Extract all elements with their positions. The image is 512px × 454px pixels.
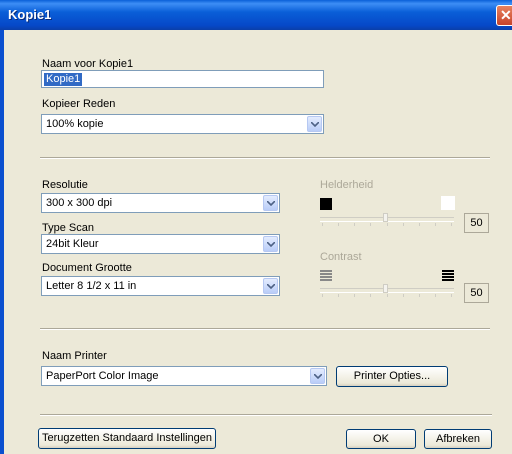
- name-input[interactable]: Kopie1: [41, 70, 324, 88]
- scan-type-dropdown[interactable]: 24bit Kleur: [41, 234, 280, 254]
- scan-type-value: 24bit Kleur: [46, 238, 99, 250]
- brightness-slider-thumb[interactable]: [383, 213, 388, 222]
- name-label: Naam voor Kopie1: [42, 58, 134, 70]
- printer-options-label: Printer Opties...: [353, 370, 431, 382]
- chevron-down-icon[interactable]: [263, 278, 278, 294]
- printer-label: Naam Printer: [42, 350, 107, 362]
- dialog-body: Naam voor Kopie1 Kopie1 Kopieer Reden 10…: [4, 30, 512, 454]
- separator: [40, 414, 492, 416]
- brightness-ticks: [322, 223, 452, 227]
- resolution-label: Resolutie: [42, 179, 88, 191]
- close-button[interactable]: ✕: [496, 5, 512, 26]
- contrast-low-icon: [320, 270, 332, 282]
- printer-options-button[interactable]: Printer Opties...: [336, 366, 448, 387]
- chevron-down-icon[interactable]: [263, 236, 278, 252]
- white-square-icon: [441, 196, 455, 210]
- doc-size-dropdown[interactable]: Letter 8 1/2 x 11 in: [41, 276, 280, 296]
- name-input-value: Kopie1: [44, 73, 83, 86]
- doc-size-label: Document Grootte: [42, 262, 132, 274]
- separator: [40, 328, 490, 330]
- contrast-high-icon: [442, 270, 454, 282]
- resolution-dropdown[interactable]: 300 x 300 dpi: [41, 193, 280, 213]
- ok-label: OK: [373, 433, 389, 445]
- close-icon: ✕: [500, 7, 512, 23]
- contrast-value-box: 50: [464, 283, 489, 303]
- brightness-label: Helderheid: [320, 179, 374, 191]
- resolution-value: 300 x 300 dpi: [46, 197, 113, 209]
- doc-size-value: Letter 8 1/2 x 11 in: [46, 280, 137, 292]
- separator: [40, 157, 490, 159]
- scan-type-label: Type Scan: [42, 222, 94, 234]
- reset-defaults-button[interactable]: Terugzetten Standaard Instellingen: [38, 428, 216, 449]
- reason-value: 100% kopie: [46, 118, 104, 130]
- window-title: Kopie1: [8, 7, 52, 22]
- chevron-down-icon[interactable]: [310, 368, 325, 384]
- printer-value: PaperPort Color Image: [46, 370, 159, 382]
- chevron-down-icon[interactable]: [263, 195, 278, 211]
- cancel-label: Afbreken: [435, 433, 481, 445]
- chevron-down-icon[interactable]: [307, 116, 322, 132]
- black-square-icon: [320, 198, 332, 210]
- dialog-window: Kopie1 ✕ Naam voor Kopie1 Kopie1 Kopieer…: [0, 0, 512, 454]
- contrast-slider-thumb[interactable]: [383, 284, 388, 293]
- contrast-ticks: [322, 294, 452, 298]
- printer-dropdown[interactable]: PaperPort Color Image: [41, 366, 327, 386]
- brightness-value-box: 50: [464, 213, 489, 233]
- contrast-label: Contrast: [320, 251, 362, 263]
- reset-defaults-label: Terugzetten Standaard Instellingen: [41, 432, 212, 444]
- cancel-button[interactable]: Afbreken: [424, 429, 492, 449]
- ok-button[interactable]: OK: [346, 429, 416, 449]
- title-bar[interactable]: Kopie1 ✕: [0, 0, 512, 30]
- reason-label: Kopieer Reden: [42, 98, 116, 110]
- reason-dropdown[interactable]: 100% kopie: [41, 114, 324, 134]
